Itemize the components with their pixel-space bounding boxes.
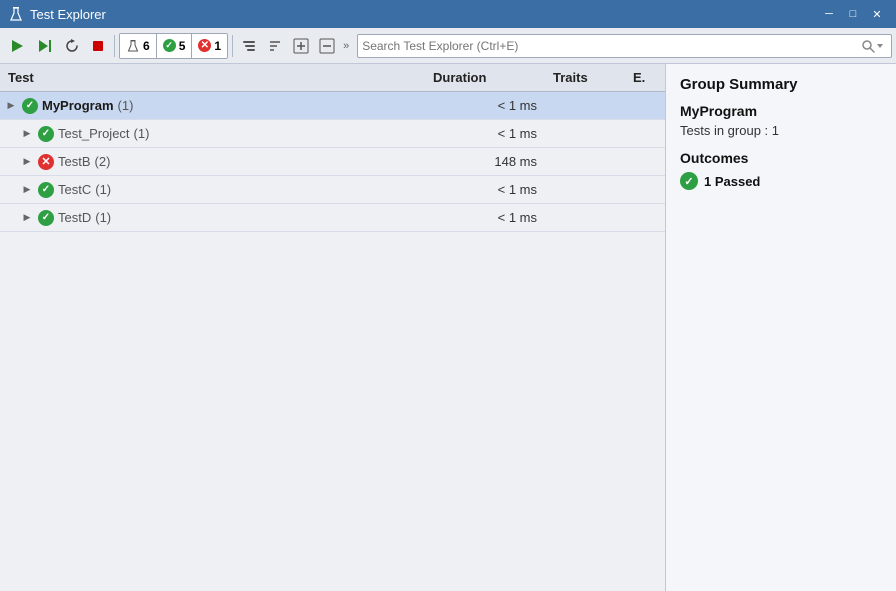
- expand-arrow[interactable]: ▶: [4, 99, 18, 113]
- toolbar-sep-2: [232, 35, 233, 57]
- run-all-button[interactable]: [4, 33, 30, 59]
- title-bar-controls: ─ □ ✕: [818, 5, 888, 23]
- search-dropdown-button[interactable]: [875, 36, 887, 56]
- more-button[interactable]: »: [341, 33, 351, 59]
- table-row[interactable]: ▶ ✓ Test_Project (1) < 1 ms: [0, 120, 665, 148]
- remove-icon: [319, 38, 335, 54]
- expand-arrow[interactable]: ▶: [20, 183, 34, 197]
- outcome-pass-icon: ✓: [680, 172, 698, 190]
- tests-in-group-count: 1: [772, 123, 779, 138]
- right-panel: Group Summary MyProgram Tests in group :…: [666, 64, 896, 591]
- passed-label: 1 Passed: [704, 174, 760, 189]
- col-header-test: Test: [0, 70, 425, 85]
- row-label: TestB: [58, 154, 91, 169]
- row-duration: < 1 ms: [425, 98, 545, 113]
- test-list: ▶ ✓ MyProgram (1) < 1 ms ▶ ✓ Test_Projec…: [0, 92, 665, 591]
- summary-group-name: MyProgram: [680, 103, 882, 119]
- chevron-down-icon: [875, 41, 885, 51]
- table-row[interactable]: ▶ ✕ TestB (2) 148 ms: [0, 148, 665, 176]
- pass-icon: ✓: [22, 98, 38, 114]
- pass-icon: ✓: [38, 126, 54, 142]
- row-label: Test_Project: [58, 126, 130, 141]
- col-header-e: E.: [625, 70, 665, 85]
- stop-button[interactable]: [86, 33, 110, 59]
- test-panel: Test Duration Traits E. ▶ ✓ MyProgram (1…: [0, 64, 666, 591]
- row-duration: < 1 ms: [425, 182, 545, 197]
- fail-count: 1: [214, 39, 221, 53]
- col-header-duration: Duration: [425, 70, 545, 85]
- add-column-button[interactable]: [289, 33, 313, 59]
- fail-filter-icon: ✕: [198, 39, 211, 52]
- tests-in-group-label: Tests in group :: [680, 123, 768, 138]
- row-label: MyProgram: [42, 98, 114, 113]
- row-duration: 148 ms: [425, 154, 545, 169]
- row-count: (2): [95, 154, 111, 169]
- row-label: TestC: [58, 182, 91, 197]
- pass-count: 5: [179, 39, 186, 53]
- row-duration: < 1 ms: [425, 126, 545, 141]
- expand-arrow[interactable]: ▶: [20, 127, 34, 141]
- sort-button[interactable]: [263, 33, 287, 59]
- group-summary-title: Group Summary: [680, 76, 882, 93]
- refresh-button[interactable]: [60, 33, 84, 59]
- outcome-row: ✓ 1 Passed: [680, 172, 882, 190]
- search-input[interactable]: [362, 39, 861, 53]
- row-duration: < 1 ms: [425, 210, 545, 225]
- filter-pass-badge[interactable]: ✓ 5: [157, 34, 193, 58]
- row-count: (1): [95, 182, 111, 197]
- title-bar-title: Test Explorer: [30, 7, 106, 22]
- search-box: [357, 34, 892, 58]
- flask-small-icon: [126, 39, 140, 53]
- expand-arrow[interactable]: ▶: [20, 155, 34, 169]
- pass-icon: ✓: [38, 210, 54, 226]
- filter-flask-badge[interactable]: 6: [120, 34, 157, 58]
- group-by-button[interactable]: [237, 33, 261, 59]
- group-by-icon: [241, 38, 257, 54]
- row-count: (1): [134, 126, 150, 141]
- stop-icon: [90, 38, 106, 54]
- summary-tests-row: Tests in group : 1: [680, 123, 882, 138]
- table-row[interactable]: ▶ ✓ TestD (1) < 1 ms: [0, 204, 665, 232]
- search-icon: [861, 39, 875, 53]
- toolbar: 6 ✓ 5 ✕ 1: [0, 28, 896, 64]
- outcomes-title: Outcomes: [680, 150, 882, 166]
- filter-fail-badge[interactable]: ✕ 1: [192, 34, 227, 58]
- run-button[interactable]: [32, 33, 58, 59]
- main-layout: Test Duration Traits E. ▶ ✓ MyProgram (1…: [0, 64, 896, 591]
- sort-icon: [267, 38, 283, 54]
- row-count: (1): [95, 210, 111, 225]
- pass-icon: ✓: [38, 182, 54, 198]
- title-bar-left: Test Explorer: [8, 6, 106, 22]
- row-test-cell: ▶ ✓ TestD (1): [0, 210, 425, 226]
- row-label: TestD: [58, 210, 91, 225]
- expand-arrow[interactable]: ▶: [20, 211, 34, 225]
- toolbar-sep-1: [114, 35, 115, 57]
- remove-column-button[interactable]: [315, 33, 339, 59]
- flask-icon: [8, 6, 24, 22]
- row-test-cell: ▶ ✓ TestC (1): [0, 182, 425, 198]
- fail-icon: ✕: [38, 154, 54, 170]
- close-button[interactable]: ✕: [866, 5, 888, 23]
- title-bar: Test Explorer ─ □ ✕: [0, 0, 896, 28]
- add-icon: [293, 38, 309, 54]
- filter-group: 6 ✓ 5 ✕ 1: [119, 33, 228, 59]
- column-headers: Test Duration Traits E.: [0, 64, 665, 92]
- run-icon: [36, 37, 54, 55]
- minimize-button[interactable]: ─: [818, 5, 840, 23]
- table-row[interactable]: ▶ ✓ TestC (1) < 1 ms: [0, 176, 665, 204]
- row-count: (1): [118, 98, 134, 113]
- table-row[interactable]: ▶ ✓ MyProgram (1) < 1 ms: [0, 92, 665, 120]
- col-header-traits: Traits: [545, 70, 625, 85]
- row-test-cell: ▶ ✕ TestB (2): [0, 154, 425, 170]
- flask-count: 6: [143, 39, 150, 53]
- run-all-icon: [8, 37, 26, 55]
- row-test-cell: ▶ ✓ Test_Project (1): [0, 126, 425, 142]
- refresh-icon: [64, 38, 80, 54]
- pass-filter-icon: ✓: [163, 39, 176, 52]
- row-test-cell: ▶ ✓ MyProgram (1): [0, 98, 425, 114]
- restore-button[interactable]: □: [842, 5, 864, 23]
